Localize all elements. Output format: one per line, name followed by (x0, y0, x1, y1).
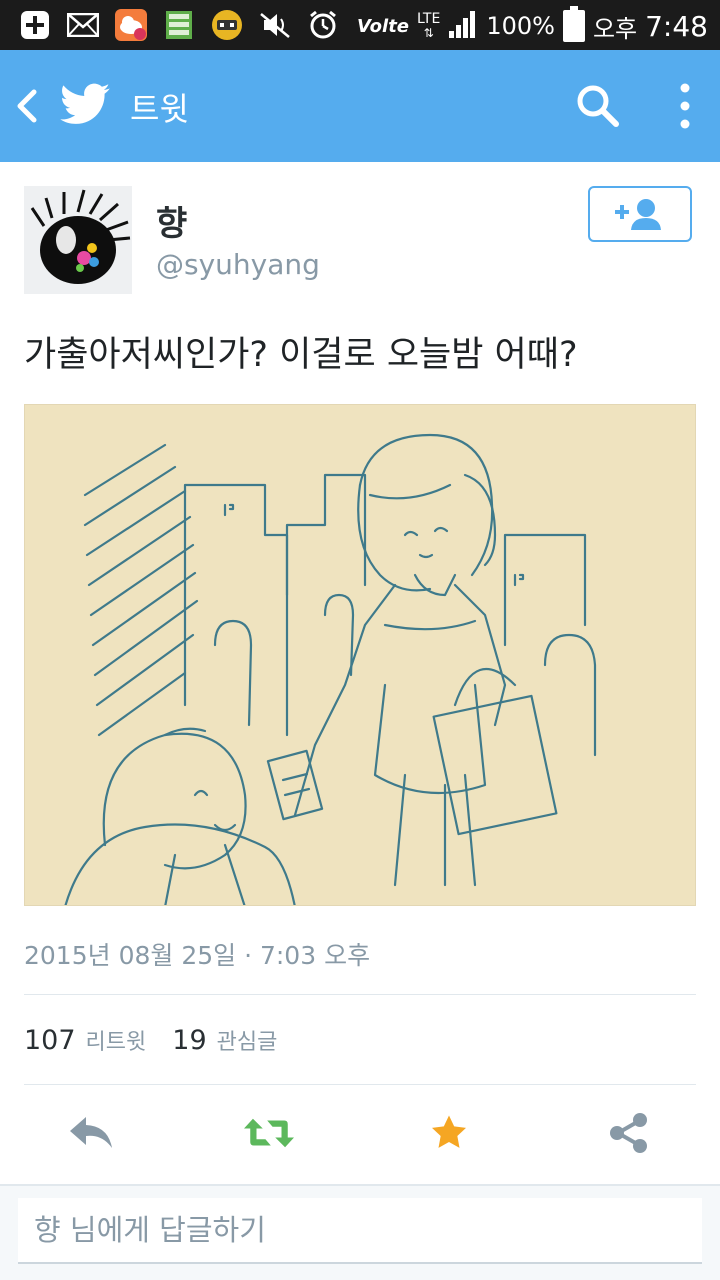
volte-icon: Volte (357, 15, 410, 37)
reply-button[interactable] (66, 1108, 116, 1158)
divider (24, 1084, 696, 1085)
twitter-bird-icon (58, 78, 112, 132)
mail-icon (66, 8, 100, 42)
retweet-icon (244, 1118, 294, 1148)
like-count[interactable]: 19 (172, 1025, 206, 1056)
battery-percent: 100% (486, 12, 555, 40)
alarm-icon (306, 8, 340, 42)
tweet-stats: 107 리트윗 19 관심글 (24, 1024, 303, 1056)
game-app-icon (210, 8, 244, 42)
back-icon[interactable] (8, 86, 44, 126)
share-button[interactable] (604, 1108, 654, 1158)
more-vert-icon[interactable] (670, 80, 700, 132)
tweet-media-image[interactable] (24, 404, 696, 906)
author-handle[interactable]: @syuhyang (156, 248, 320, 281)
cloud-app-icon (114, 8, 148, 42)
page-title: 트윗 (130, 90, 189, 128)
tweet-timestamp: 2015년 08월 25일 · 7:03 오후 (24, 941, 371, 970)
author-name[interactable]: 향 (156, 196, 187, 245)
battery-icon (562, 6, 585, 46)
network-type-label: LTE (417, 11, 441, 27)
clock-ampm: 오후 (592, 14, 638, 43)
retweet-button[interactable] (244, 1108, 294, 1158)
mute-icon (258, 8, 292, 42)
lte-icon: LTE ⇅ (417, 11, 441, 40)
add-icon (18, 8, 52, 42)
clock-time: 7:48 (645, 9, 708, 43)
avatar[interactable] (24, 186, 132, 294)
signal-icon (448, 9, 478, 43)
reply-icon (70, 1117, 112, 1148)
reply-bar (0, 1184, 720, 1280)
tweet-text: 가출아저씨인가? 이걸로 오늘밤 어때? (24, 335, 578, 375)
retweet-count[interactable]: 107 (24, 1025, 76, 1056)
share-icon (610, 1113, 647, 1153)
favorite-button[interactable] (424, 1108, 474, 1158)
search-icon[interactable] (572, 80, 624, 132)
follow-button[interactable] (588, 186, 692, 242)
like-label[interactable]: 관심글 (217, 1024, 278, 1056)
app-bar: 트윗 (0, 50, 720, 162)
favorite-icon (432, 1115, 466, 1148)
status-bar: Volte LTE ⇅ 100% 오후 7:48 (0, 0, 720, 50)
reply-input[interactable] (18, 1198, 702, 1264)
sheet-app-icon (162, 8, 196, 42)
divider (24, 994, 696, 995)
add-user-icon (615, 199, 661, 230)
retweet-label[interactable]: 리트윗 (86, 1024, 147, 1056)
